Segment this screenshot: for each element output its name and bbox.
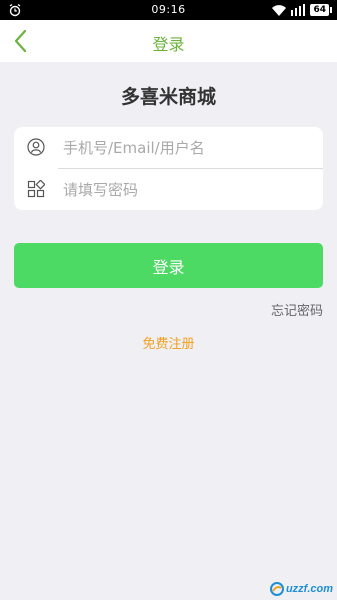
watermark: uzzf.com [269, 581, 333, 597]
watermark-logo-icon [269, 582, 284, 596]
login-button[interactable]: 登录 [14, 243, 323, 288]
username-input[interactable] [63, 135, 313, 161]
wifi-icon [272, 4, 287, 16]
page-title: 登录 [152, 35, 185, 54]
password-row [14, 169, 323, 210]
user-icon [27, 138, 45, 156]
login-form [14, 127, 323, 210]
signal-icon [291, 4, 306, 16]
nav-bar: 登录 [0, 20, 337, 62]
username-row [14, 127, 323, 169]
watermark-text: uzzf.com [285, 583, 333, 595]
grid-icon [27, 180, 45, 198]
register-link[interactable]: 免费注册 [0, 333, 337, 352]
status-bar: 09:16 64 [0, 0, 337, 20]
password-input[interactable] [63, 177, 313, 203]
battery-icon: 64 [310, 4, 332, 16]
shop-title: 多喜米商城 [120, 86, 216, 108]
forgot-password-link[interactable]: 忘记密码 [271, 300, 323, 319]
